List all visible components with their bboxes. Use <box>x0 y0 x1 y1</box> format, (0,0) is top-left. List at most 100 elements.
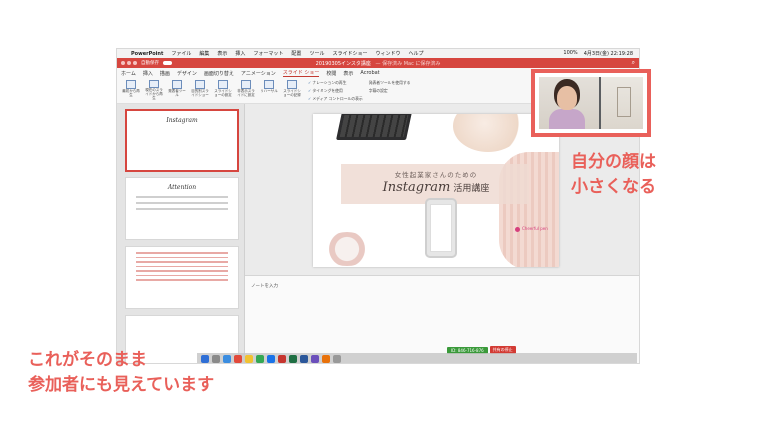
ribbon-button-label: 非表示スライドに設定 <box>237 89 255 97</box>
slide-thumbnail-pane: 1 Instagram 2 Attention 3 4 <box>117 104 245 363</box>
messages-icon[interactable] <box>256 355 264 363</box>
clock[interactable]: 4月3日(金) 22:19:28 <box>584 50 633 57</box>
stage: PowerPoint ファイル 編集 表示 挿入 フォーマット 配置 ツール ス… <box>0 0 760 428</box>
powerpoint-icon[interactable] <box>278 355 286 363</box>
menubar-item[interactable]: ウィンドウ <box>375 50 400 57</box>
subtitle-settings-button[interactable]: 字幕の設定 <box>369 88 411 94</box>
menubar-app[interactable]: PowerPoint <box>131 51 163 57</box>
autosave-label: 自動保存 <box>141 61 159 66</box>
slide-title: Instagram 活用講座 <box>313 180 559 195</box>
use-timings-checkbox[interactable]: タイミングを使用 <box>308 88 363 94</box>
zoom-icon[interactable] <box>133 61 137 65</box>
minimize-icon[interactable] <box>127 61 131 65</box>
menubar-item[interactable]: ツール <box>309 50 324 57</box>
bottom-annotation: これがそのまま 参加者にも見えています <box>28 348 214 397</box>
current-slide[interactable]: 女性起業家さんのための Instagram 活用講座 Cheerful pen <box>313 114 559 267</box>
app-icon[interactable] <box>322 355 330 363</box>
menubar-item[interactable]: 編集 <box>199 50 209 57</box>
tab-insert[interactable]: 挿入 <box>143 70 153 77</box>
presenter-icon <box>172 80 182 89</box>
media-controls-checkbox[interactable]: メディア コントロールの表示 <box>308 96 362 102</box>
tab-home[interactable]: ホーム <box>121 70 136 77</box>
menubar-item[interactable]: ヘルプ <box>408 50 423 57</box>
tab-animations[interactable]: アニメーション <box>241 70 276 77</box>
presenter-options: 発表者ツールを使用する 字幕の設定 <box>366 80 411 101</box>
rehearse-button[interactable]: リハーサル <box>259 80 279 101</box>
brand-logo: Cheerful pen <box>515 226 548 232</box>
document-name: 20190305インスタ講座 <box>315 60 371 67</box>
custom-show-button[interactable]: 目的別スライドショー <box>190 80 210 101</box>
presenter-body <box>549 109 585 129</box>
search-icon[interactable]: ⌕ <box>632 59 635 67</box>
document-title: 20190305インスタ講座 — 保存済み Mac に保存済み <box>316 60 441 67</box>
presenter-face <box>557 86 577 110</box>
mac-dock <box>197 353 637 363</box>
trash-icon[interactable] <box>333 355 341 363</box>
ribbon-button-label: 現在のスライドから再生 <box>145 88 163 101</box>
tab-view[interactable]: 表示 <box>343 70 353 77</box>
laptop-image <box>336 114 412 140</box>
bottom-annotation-line: これがそのまま <box>28 350 147 370</box>
safari-icon[interactable] <box>223 355 231 363</box>
slide-thumbnail[interactable]: 1 Instagram <box>125 109 239 172</box>
setup-icon <box>218 80 228 89</box>
menubar-item[interactable]: ファイル <box>171 50 191 57</box>
thumbnail-content <box>136 196 228 210</box>
play-from-current-button[interactable]: 現在のスライドから再生 <box>144 80 164 101</box>
slide-thumbnail[interactable]: 3 <box>125 246 239 309</box>
cup-image <box>323 232 371 266</box>
record-show-button[interactable]: スライドショーの記録 <box>282 80 302 101</box>
calendar-icon[interactable] <box>234 355 242 363</box>
tab-draw[interactable]: 描画 <box>160 70 170 77</box>
slide-subtitle: 女性起業家さんのための <box>394 171 478 179</box>
mac-menubar: PowerPoint ファイル 編集 表示 挿入 フォーマット 配置 ツール ス… <box>117 49 639 58</box>
excel-icon[interactable] <box>289 355 297 363</box>
setup-show-button[interactable]: スライドショーの設定 <box>213 80 233 101</box>
tab-design[interactable]: デザイン <box>177 70 197 77</box>
camera-highlight <box>531 69 651 137</box>
menubar-item[interactable]: 挿入 <box>235 50 245 57</box>
slide-title-suffix: 活用講座 <box>453 184 490 194</box>
wall-decoration <box>617 87 631 117</box>
thumbnail-title: Instagram <box>166 117 198 124</box>
rehearse-icon <box>264 80 274 89</box>
ribbon-button-label: リハーサル <box>260 89 278 93</box>
face-annotation-line: 自分の顔は <box>571 152 656 172</box>
face-annotation: 自分の顔は 小さくなる <box>571 150 656 199</box>
battery-level[interactable]: 100% <box>563 50 577 57</box>
tab-slideshow[interactable]: スライド ショー <box>282 69 320 77</box>
play-narration-checkbox[interactable]: ナレーションの再生 <box>308 80 363 86</box>
autosave-toggle[interactable] <box>163 60 172 66</box>
custom-show-icon <box>195 80 205 89</box>
zoom-app-icon[interactable] <box>267 355 275 363</box>
bottom-annotation-line: 参加者にも見えています <box>28 374 215 395</box>
thumbnail-content <box>136 252 228 281</box>
menubar-item[interactable]: 配置 <box>291 50 301 57</box>
menubar-item[interactable]: フォーマット <box>253 50 283 57</box>
tab-review[interactable]: 校閲 <box>326 70 336 77</box>
slide-thumbnail[interactable]: 2 Attention <box>125 177 239 240</box>
menubar-item[interactable]: スライドショー <box>332 50 367 57</box>
phone-image <box>425 198 457 258</box>
pompom-image <box>453 114 523 152</box>
record-icon <box>287 80 297 89</box>
tab-transitions[interactable]: 画面切り替え <box>204 70 234 77</box>
word-icon[interactable] <box>300 355 308 363</box>
tab-acrobat[interactable]: Acrobat <box>360 70 379 76</box>
app-icon[interactable] <box>311 355 319 363</box>
menubar-item[interactable]: 表示 <box>217 50 227 57</box>
camera-thumbnail <box>539 77 643 129</box>
presenter-view-button[interactable]: 発表者ツール <box>167 80 187 101</box>
notes-icon[interactable] <box>245 355 253 363</box>
play-from-start-button[interactable]: 最初から再生 <box>121 80 141 101</box>
slide-title-main: Instagram <box>382 180 451 195</box>
hide-slide-icon <box>241 80 251 89</box>
use-presenter-view-checkbox[interactable]: 発表者ツールを使用する <box>369 80 411 86</box>
ribbon-button-label: スライドショーの設定 <box>214 89 232 97</box>
slide-editor: 女性起業家さんのための Instagram 活用講座 Cheerful pen ノ… <box>245 104 639 363</box>
play-icon <box>126 80 136 89</box>
hide-slide-button[interactable]: 非表示スライドに設定 <box>236 80 256 101</box>
close-icon[interactable] <box>121 61 125 65</box>
window-titlebar: 自動保存 20190305インスタ講座 — 保存済み Mac に保存済み ⌕ <box>117 58 639 68</box>
notes-pane[interactable]: ノートを入力 <box>245 275 639 363</box>
